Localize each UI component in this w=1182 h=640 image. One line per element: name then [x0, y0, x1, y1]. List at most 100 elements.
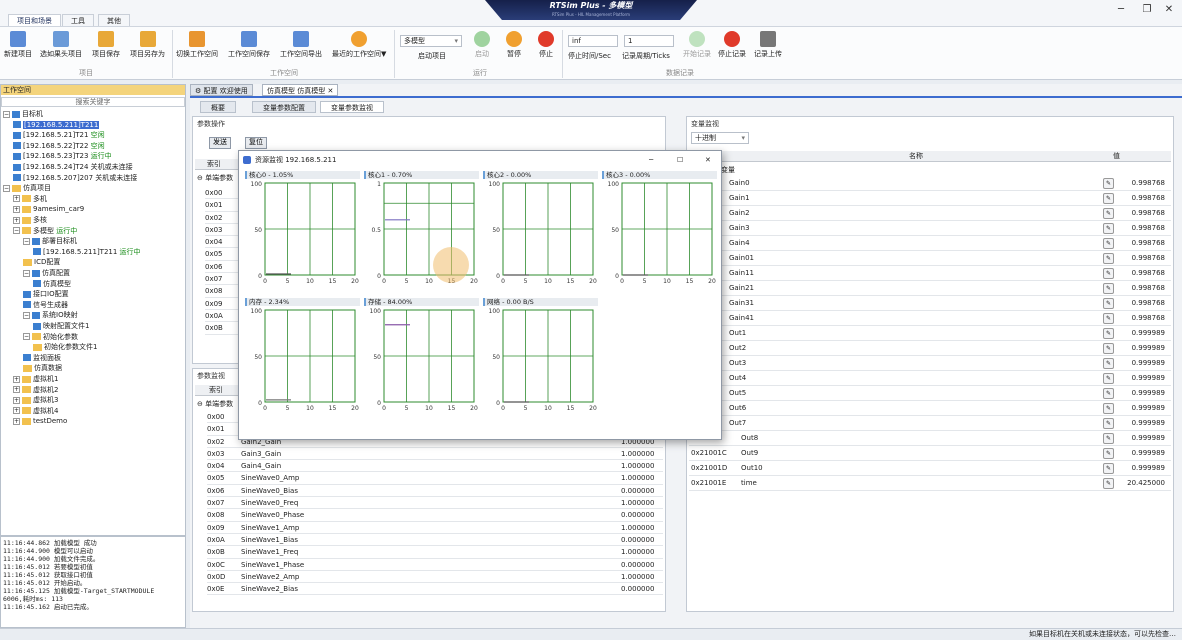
record-period-input[interactable]: 1 [624, 35, 674, 47]
edit-icon[interactable]: ✎ [1103, 343, 1114, 354]
collapse-icon[interactable]: − [23, 333, 30, 341]
table-row[interactable]: 0x0E SineWave2_Bias 0.000000 [207, 583, 663, 596]
new-project-button[interactable]: 新建项目 [4, 31, 32, 59]
tree-item[interactable]: [192.168.5.207]207 关机或未连接 [13, 173, 137, 184]
ribbon-tab-project[interactable]: 项目和场景 [8, 14, 61, 26]
model-select[interactable]: 多模型 ▾ [400, 35, 462, 47]
param-group-row[interactable]: ⊖ 单端参数 [197, 173, 233, 183]
table-row[interactable]: 19Gain0✎0.998768 [689, 176, 1171, 191]
tree-item[interactable]: +9amesim_car9 [13, 204, 84, 215]
table-row[interactable]: 1DGain41✎0.998768 [689, 311, 1171, 326]
tree-item[interactable]: + 虚拟机1 [13, 374, 58, 385]
tree-item[interactable]: [192.168.5.21]T21 空闲 [13, 130, 105, 141]
tab-sim-model[interactable]: 仿真模型 仿真模型 ✕ [262, 84, 339, 96]
tree-item[interactable]: − 系统IO映射 [23, 310, 78, 321]
tab-welcome[interactable]: ⚙ 配置 欢迎使用 [190, 84, 253, 96]
tree-item[interactable]: + 虚拟机2 [13, 385, 58, 396]
close-icon[interactable]: ✕ [705, 151, 711, 169]
maximize-icon[interactable]: ❐ [1140, 4, 1154, 16]
edit-icon[interactable]: ✎ [1103, 448, 1114, 459]
tree-item[interactable]: + testDemo [13, 416, 67, 427]
tree-item[interactable]: 初始化参数文件1 [33, 342, 97, 353]
tab-summary[interactable]: 概要 [200, 101, 236, 113]
expand-icon[interactable]: + [13, 205, 20, 213]
collapse-icon[interactable]: − [23, 311, 30, 319]
edit-icon[interactable]: ✎ [1103, 283, 1114, 294]
tree-item[interactable]: + 虚拟机4 [13, 406, 58, 417]
var-group-row[interactable]: 变量 [721, 165, 735, 175]
tree-item[interactable]: ICD配置 [23, 257, 60, 268]
tree-item[interactable]: − 目标机 [3, 109, 43, 120]
edit-icon[interactable]: ✎ [1103, 418, 1114, 429]
tree-item[interactable]: 接口IO配置 [23, 289, 69, 300]
table-row[interactable]: 0x03 Gain3_Gain 1.000000 [207, 448, 663, 461]
table-row[interactable]: 0x0C SineWave1_Phase 0.000000 [207, 559, 663, 571]
collapse-icon[interactable]: − [23, 269, 30, 277]
table-row[interactable]: 0x06 SineWave0_Bias 0.000000 [207, 485, 663, 498]
edit-icon[interactable]: ✎ [1103, 328, 1114, 339]
collapse-icon[interactable]: − [23, 237, 30, 245]
stop-record-button[interactable]: 停止记录 [718, 31, 746, 59]
table-row[interactable]: 17Out4✎0.999989 [689, 371, 1171, 386]
ribbon-tab-tools[interactable]: 工具 [62, 14, 94, 26]
edit-icon[interactable]: ✎ [1103, 433, 1114, 444]
tree-item[interactable]: − 多模型 运行中 [13, 226, 77, 237]
tree-item[interactable]: + 虚拟机3 [13, 395, 58, 406]
table-row[interactable]: 1CGain31✎0.998768 [689, 296, 1171, 311]
edit-icon[interactable]: ✎ [1103, 298, 1114, 309]
table-row[interactable]: 14Out1✎0.999989 [689, 326, 1171, 341]
upload-record-button[interactable]: 记录上传 [754, 31, 782, 59]
launch-project-button[interactable]: 启动项目 [418, 52, 446, 61]
tree-item[interactable]: [192.168.5.22]T22 空闲 [13, 141, 105, 152]
table-row[interactable]: 0x04 Gain4_Gain 1.000000 [207, 460, 663, 473]
minimize-icon[interactable]: ─ [1114, 4, 1128, 16]
table-row[interactable]: 16Out3✎0.999989 [689, 356, 1171, 371]
table-row[interactable]: 1CGain3✎0.998768 [689, 221, 1171, 236]
table-row[interactable]: 0x09 SineWave1_Amp 1.000000 [207, 522, 663, 534]
edit-icon[interactable]: ✎ [1103, 208, 1114, 219]
table-row[interactable]: 1AGain1✎0.998768 [689, 191, 1171, 206]
start-button[interactable]: 启动 [474, 31, 490, 59]
minimize-icon[interactable]: ─ [649, 151, 653, 169]
recent-workspace-button[interactable]: 最近的工作空间▼ [332, 31, 386, 59]
search-input[interactable]: 搜索关键字 [1, 97, 185, 107]
table-row[interactable]: 0x21001D Out10 ✎ 0.999989 [689, 461, 1171, 476]
edit-icon[interactable]: ✎ [1103, 238, 1114, 249]
expand-icon[interactable]: + [13, 386, 20, 394]
table-row[interactable]: 0x0D SineWave2_Amp 1.000000 [207, 571, 663, 584]
stop-time-input[interactable]: inf [568, 35, 618, 47]
table-row[interactable]: 1BGain21✎0.998768 [689, 281, 1171, 296]
tree-item[interactable]: 监视面板 [23, 353, 61, 364]
edit-icon[interactable]: ✎ [1103, 388, 1114, 399]
table-row[interactable]: 19Out6✎0.999989 [689, 401, 1171, 416]
collapse-icon[interactable]: − [13, 227, 20, 235]
open-project-button[interactable]: 选如果头项目 [40, 31, 82, 59]
table-row[interactable]: 15Out2✎0.999989 [689, 341, 1171, 356]
expand-icon[interactable]: + [13, 417, 20, 425]
ribbon-tab-other[interactable]: 其他 [98, 14, 130, 26]
start-record-button[interactable]: 开始记录 [683, 31, 711, 59]
table-row[interactable]: 0x21001C Out9 ✎ 0.999989 [689, 446, 1171, 461]
tree-item[interactable]: [192.168.5.211]T211 [13, 120, 100, 131]
pause-button[interactable]: 暂停 [506, 31, 522, 59]
edit-icon[interactable]: ✎ [1103, 253, 1114, 264]
edit-icon[interactable]: ✎ [1103, 373, 1114, 384]
table-row[interactable]: 0x05 SineWave0_Amp 1.000000 [207, 472, 663, 485]
table-row[interactable]: 0x21001E time ✎ 20.425000 [689, 476, 1171, 491]
save-project-as-button[interactable]: 项目另存为 [130, 31, 165, 59]
tab-var-config[interactable]: 变量参数配置 [252, 101, 316, 113]
edit-icon[interactable]: ✎ [1103, 268, 1114, 279]
tree-item[interactable]: − 仿真配置 [23, 268, 70, 279]
edit-icon[interactable]: ✎ [1103, 223, 1114, 234]
table-row[interactable]: 0x07 SineWave0_Freq 1.000000 [207, 497, 663, 510]
tree-item[interactable]: [192.168.5.211]T211 运行中 [33, 247, 141, 258]
switch-workspace-button[interactable]: 切换工作空间 [176, 31, 218, 59]
edit-icon[interactable]: ✎ [1103, 403, 1114, 414]
expand-icon[interactable]: + [13, 216, 20, 224]
table-row[interactable]: 19Gain01✎0.998768 [689, 251, 1171, 266]
tree-item[interactable]: − 初始化参数 [23, 332, 78, 343]
tree-item[interactable]: [192.168.5.23]T23 运行中 [13, 151, 112, 162]
tree-item[interactable]: + 多机 [13, 194, 47, 205]
edit-icon[interactable]: ✎ [1103, 463, 1114, 474]
edit-icon[interactable]: ✎ [1103, 313, 1114, 324]
